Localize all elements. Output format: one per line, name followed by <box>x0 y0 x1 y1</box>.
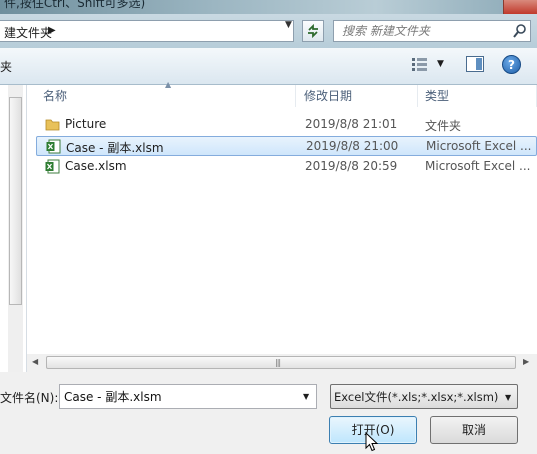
mouse-cursor-icon <box>365 432 379 452</box>
views-dropdown-icon[interactable]: ▼ <box>437 59 444 69</box>
filename-dropdown-icon[interactable]: ▼ <box>303 392 309 401</box>
column-header-type[interactable]: 类型 <box>418 85 537 107</box>
filename-label: 文件名(N): <box>0 391 59 405</box>
command-toolbar: 夹 ▼ ? <box>0 48 537 85</box>
refresh-button[interactable] <box>302 20 324 42</box>
file-type: Microsoft Excel ... <box>426 139 532 153</box>
close-button[interactable] <box>503 0 537 14</box>
filetype-dropdown-icon[interactable]: ▼ <box>505 393 511 402</box>
file-list: 名称 ▲ 修改日期 类型 Picture 2019/8/8 21:01 文件夹 … <box>27 80 537 372</box>
scroll-right-icon[interactable]: ▶ <box>523 357 529 366</box>
preview-pane-icon[interactable] <box>465 55 485 73</box>
title-bar: 件,按住Ctrl、Shift可多选) <box>0 0 537 14</box>
filetype-select[interactable]: Excel文件(*.xls;*.xlsx;*.xlsm) ▼ <box>330 384 518 409</box>
column-header-type-label: 类型 <box>425 89 450 103</box>
scrollbar-grip-icon: ||| <box>275 358 281 367</box>
column-header-date-label: 修改日期 <box>304 89 353 103</box>
breadcrumb[interactable]: 建文件夹 ▶ <box>0 20 294 42</box>
file-type: Microsoft Excel ... <box>425 159 531 173</box>
refresh-icon <box>308 23 318 39</box>
address-bar: 建文件夹 ▶ ▼ <box>0 14 537 48</box>
column-header-name-label: 名称 <box>43 89 68 103</box>
cancel-button[interactable]: 取消 <box>430 416 518 444</box>
file-row[interactable]: Case.xlsm 2019/8/8 20:59 Microsoft Excel… <box>27 157 537 177</box>
breadcrumb-chevron-icon[interactable]: ▶ <box>48 25 56 36</box>
search-input[interactable] <box>342 24 502 38</box>
file-date: 2019/8/8 20:59 <box>305 159 398 173</box>
new-folder-button[interactable]: 夹 <box>0 58 12 75</box>
sort-ascending-icon: ▲ <box>165 80 172 89</box>
excel-file-icon <box>46 139 61 154</box>
window-title: 件,按住Ctrl、Shift可多选) <box>4 0 146 10</box>
filename-combobox[interactable]: ▼ <box>59 384 317 409</box>
file-name: Case.xlsm <box>65 159 127 173</box>
file-name: Picture <box>65 117 107 131</box>
file-name: Case - 副本.xlsm <box>66 141 164 155</box>
navigation-pane <box>0 85 27 372</box>
horizontal-scrollbar[interactable]: ◀ ||| ▶ <box>27 354 537 372</box>
file-date: 2019/8/8 21:00 <box>306 139 399 153</box>
change-view-icon[interactable] <box>410 56 432 72</box>
filename-input[interactable] <box>64 389 294 403</box>
file-row[interactable]: Picture 2019/8/8 21:01 文件夹 <box>27 115 537 135</box>
filetype-value: Excel文件(*.xls;*.xlsx;*.xlsm) <box>334 390 499 404</box>
horizontal-scrollbar-thumb[interactable]: ||| <box>46 356 516 369</box>
column-header-date[interactable]: 修改日期 <box>297 85 418 107</box>
file-type: 文件夹 <box>425 119 462 133</box>
scroll-left-icon[interactable]: ◀ <box>32 357 38 366</box>
file-date: 2019/8/8 21:01 <box>305 117 398 131</box>
search-box[interactable] <box>333 20 531 42</box>
folder-icon <box>45 119 60 131</box>
help-icon[interactable]: ? <box>502 55 521 74</box>
address-dropdown-icon[interactable]: ▼ <box>285 20 292 30</box>
excel-file-icon <box>45 159 60 174</box>
file-row-selected[interactable]: Case - 副本.xlsm 2019/8/8 21:00 Microsoft … <box>36 136 537 156</box>
search-icon[interactable] <box>512 23 528 39</box>
breadcrumb-folder[interactable]: 建文件夹 <box>4 24 52 41</box>
nav-scrollbar-thumb[interactable] <box>9 97 22 305</box>
